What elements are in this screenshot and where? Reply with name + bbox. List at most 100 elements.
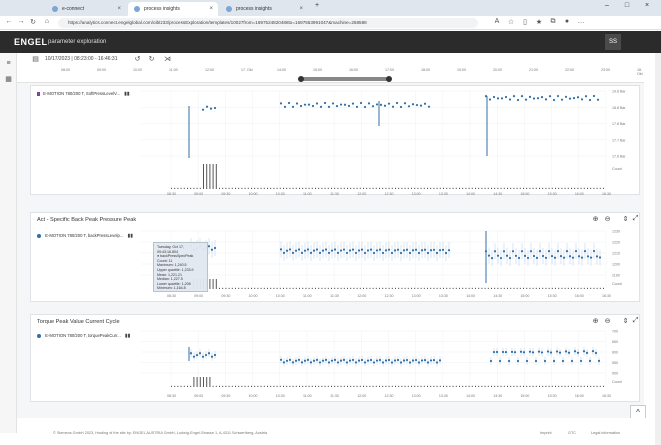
data-point (207, 352, 211, 355)
count-bar (263, 187, 265, 189)
timeline-scrollbar[interactable] (300, 77, 390, 81)
data-point (288, 358, 292, 361)
count-bar (507, 385, 508, 387)
date-range[interactable]: 10/17/2023 | 08:23:00 - 16:46:31 (45, 56, 117, 62)
data-point (504, 95, 508, 99)
data-point (543, 359, 547, 363)
data-point (399, 251, 403, 255)
timeline-handle-left[interactable] (298, 76, 304, 82)
data-point (315, 358, 319, 361)
data-point (387, 248, 391, 251)
split-screen-icon[interactable]: ▯ (520, 18, 530, 26)
count-bar (462, 287, 464, 289)
count-bar (395, 187, 396, 189)
count-bar (209, 164, 211, 189)
count-bar (407, 287, 409, 289)
x-tick-label: 09:00 (194, 394, 203, 398)
user-avatar[interactable]: SS (605, 34, 621, 50)
footer-link-imprint[interactable]: Imprint (540, 431, 552, 435)
minimize-icon[interactable]: – (600, 2, 614, 9)
count-bar (542, 187, 544, 189)
count-bar (404, 385, 406, 387)
close-tab-icon[interactable]: × (117, 2, 121, 16)
x-tick-label: 13:30 (439, 192, 448, 196)
count-bar (219, 287, 220, 289)
x-tick-label: 16:00 (575, 394, 584, 398)
back-icon[interactable]: ← (4, 18, 14, 25)
count-bar (539, 385, 540, 387)
data-point (393, 359, 397, 362)
chart-area[interactable]: 08:30 09:00 09:30 10:00 10:30 11:00 11:30 12:00… (31, 315, 641, 403)
browser-tab[interactable]: process insights × (220, 2, 308, 16)
count-bar (398, 187, 400, 189)
data-point (318, 251, 322, 254)
maximize-icon[interactable]: □ (620, 2, 634, 9)
timeline-handle-right[interactable] (386, 76, 392, 82)
data-point (348, 249, 352, 252)
count-bar (321, 187, 323, 189)
reload-icon[interactable]: ↻ (28, 18, 38, 26)
read-aloud-icon[interactable]: A (492, 18, 502, 25)
timeline-tick-label: 15:00 (313, 68, 322, 72)
count-bar (305, 187, 307, 189)
count-bar (343, 187, 345, 189)
redo-icon[interactable]: ↻ (147, 55, 156, 63)
data-point (415, 103, 419, 107)
count-bar (593, 287, 595, 289)
count-bar (427, 287, 428, 289)
new-tab-button[interactable]: + (310, 2, 324, 9)
forward-icon[interactable]: → (16, 18, 26, 25)
count-bar (331, 187, 332, 189)
count-bar (532, 385, 534, 387)
close-tab-icon[interactable]: × (299, 2, 303, 16)
menu-icon[interactable]: … (576, 18, 586, 25)
x-tick-label: 09:30 (221, 192, 230, 196)
url-field[interactable]: https://analytics.connect.engelglobal.co… (58, 18, 478, 28)
data-point (291, 251, 295, 254)
count-bar (254, 385, 256, 387)
page-scrollbar[interactable] (655, 53, 661, 445)
favorite-icon[interactable]: ☆ (506, 18, 516, 26)
home-icon[interactable]: ⌂ (42, 18, 52, 25)
data-point (330, 359, 334, 362)
close-window-icon[interactable]: × (640, 2, 654, 9)
data-point (396, 358, 400, 362)
collapse-icon[interactable]: ⋊ (163, 55, 172, 63)
data-point (213, 106, 217, 110)
data-point (405, 358, 409, 362)
count-bar (395, 287, 396, 289)
chart-area[interactable]: 08:30 09:00 09:30 10:00 10:30 11:00 11:30 12:00… (31, 213, 641, 303)
count-bar (583, 187, 585, 189)
count-bar (433, 187, 435, 189)
footer-link-gtc[interactable]: GTC (568, 431, 576, 435)
data-point (577, 255, 581, 258)
address-bar: ← → ↻ ⌂ https://analytics.connect.engelg… (0, 16, 661, 30)
list-icon[interactable]: ≡ (4, 59, 13, 68)
data-point (324, 358, 328, 361)
undo-icon[interactable]: ↺ (133, 55, 142, 63)
favorites-icon[interactable]: ★ (534, 18, 544, 26)
x-tick-label: 12:00 (357, 294, 366, 298)
chart-icon[interactable]: ▦ (4, 75, 13, 84)
count-bar (401, 287, 403, 289)
profile-icon[interactable]: ● (562, 18, 572, 25)
calendar-icon[interactable]: ▤ (31, 55, 40, 63)
count-bar (551, 287, 553, 289)
count-bar (279, 187, 281, 189)
browser-tab[interactable]: e-connect × (46, 2, 126, 16)
data-point (546, 350, 550, 353)
count-bar (475, 187, 476, 189)
data-point (408, 361, 412, 364)
count-bar (372, 385, 374, 387)
count-bar (561, 287, 563, 289)
chart-area[interactable]: 08:30 09:00 09:30 10:00 10:30 11:00 11:30 12:00… (31, 86, 641, 196)
collections-icon[interactable]: ⧉ (548, 18, 558, 26)
count-bar (503, 385, 505, 387)
count-bar (289, 187, 291, 189)
browser-tab-active[interactable]: process insights × (128, 2, 218, 16)
data-point (210, 248, 214, 251)
close-tab-icon[interactable]: × (209, 2, 213, 16)
data-point (541, 254, 545, 258)
footer-link-legal[interactable]: Legal information (591, 431, 620, 435)
count-bar (465, 287, 467, 289)
